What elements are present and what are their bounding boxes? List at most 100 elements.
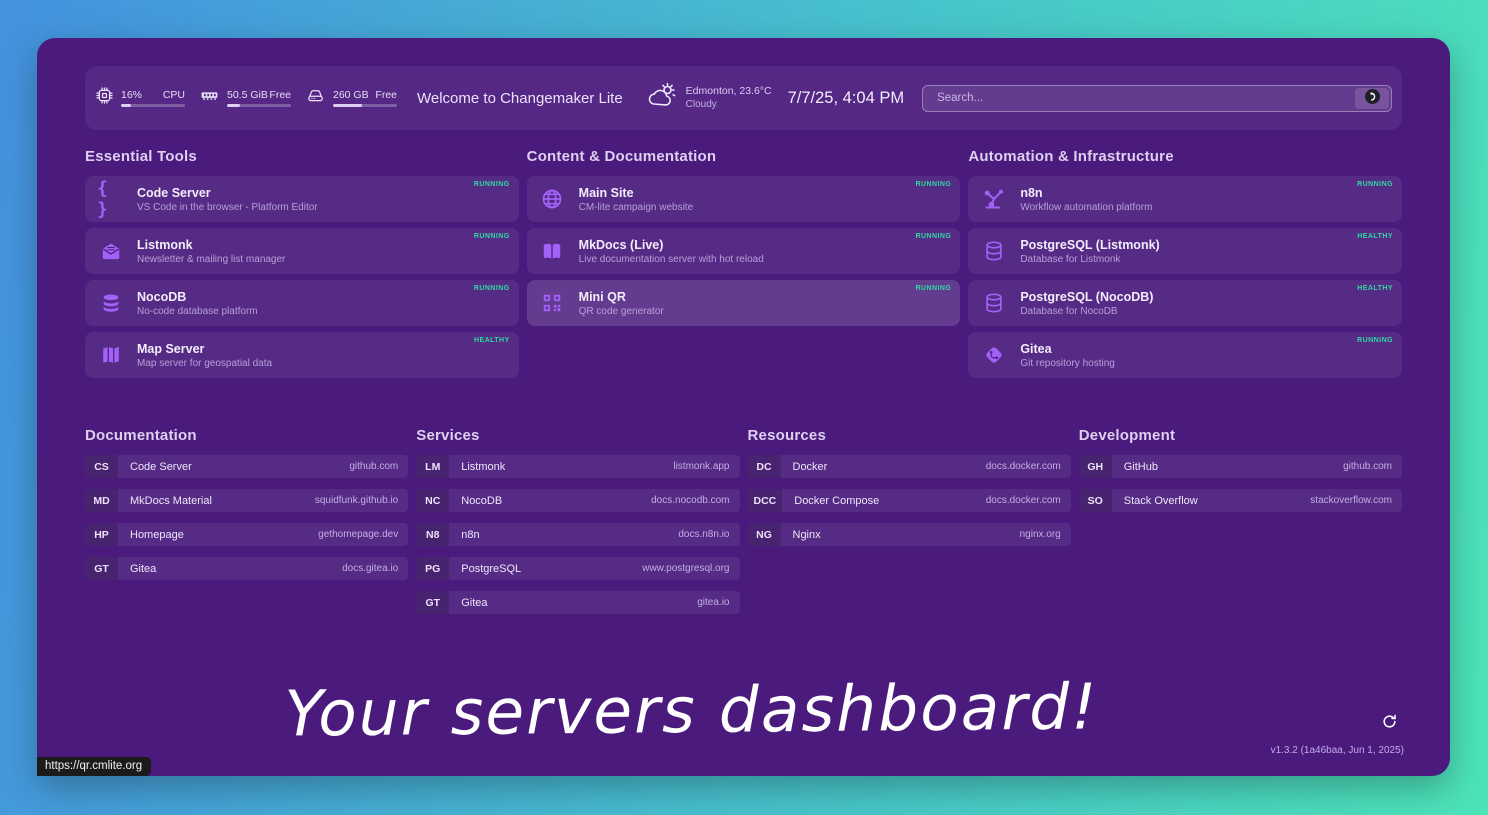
status-badge: RUNNING (1357, 337, 1393, 344)
datetime-text: 7/7/25, 4:04 PM (788, 89, 905, 108)
service-card[interactable]: { } Code ServerVS Code in the browser - P… (85, 176, 519, 222)
weather-widget[interactable]: Edmonton, 23.6°C Cloudy (647, 82, 772, 115)
code-icon: { } (97, 178, 124, 220)
status-badge: HEALTHY (1357, 285, 1393, 292)
bookmark-abbr: SO (1079, 489, 1112, 512)
bookmark-item[interactable]: N8n8ndocs.n8n.io (416, 523, 739, 546)
bookmark-name: NocoDB (461, 495, 502, 507)
service-card[interactable]: Mini QRQR code generator RUNNING (527, 280, 961, 326)
stat-body: 260 GBFree (333, 89, 397, 108)
status-badge: RUNNING (474, 181, 510, 188)
bookmark-name: Docker Compose (794, 495, 879, 507)
service-group-title: Automation & Infrastructure (968, 148, 1402, 165)
bookmark-abbr: DC (748, 455, 781, 478)
service-card[interactable]: MkDocs (Live)Live documentation server w… (527, 228, 961, 274)
refresh-button[interactable] (1381, 713, 1398, 730)
bookmark-item[interactable]: HPHomepagegethomepage.dev (85, 523, 408, 546)
weather-location: Edmonton, 23.6°C (686, 85, 772, 99)
search-bar[interactable] (922, 85, 1392, 112)
service-card-text: PostgreSQL (Listmonk)Database for Listmo… (1020, 238, 1159, 265)
workflow-icon (980, 187, 1007, 211)
bookmark-item[interactable]: NCNocoDBdocs.nocodb.com (416, 489, 739, 512)
status-badge: RUNNING (474, 233, 510, 240)
service-description: VS Code in the browser - Platform Editor (137, 202, 318, 213)
service-card-text: Code ServerVS Code in the browser - Plat… (137, 186, 318, 213)
service-group-title: Content & Documentation (527, 148, 961, 165)
service-title: NocoDB (137, 290, 258, 305)
bookmark-item[interactable]: SOStack Overflowstackoverflow.com (1079, 489, 1402, 512)
memory-icon (199, 86, 220, 110)
service-card[interactable]: n8nWorkflow automation platformRUNNING (968, 176, 1402, 222)
bookmark-item[interactable]: DCDockerdocs.docker.com (748, 455, 1071, 478)
version-text: v1.3.2 (1a46baa, Jun 1, 2025) (1271, 745, 1404, 756)
service-card[interactable]: PostgreSQL (NocoDB)Database for NocoDB HE… (968, 280, 1402, 326)
service-title: Main Site (579, 186, 694, 201)
bookmark-abbr: GH (1079, 455, 1112, 478)
service-group: Essential Tools { } Code ServerVS Code in … (85, 148, 519, 378)
stat-free: 260 GBFree (305, 86, 397, 110)
bookmark-list: CSCode Servergithub.com MD MkDocs Material… (85, 455, 408, 580)
service-description: Database for NocoDB (1020, 306, 1153, 317)
service-card-text: MkDocs (Live)Live documentation server w… (579, 238, 764, 265)
bookmark-name: Gitea (130, 563, 156, 575)
stat-body: 16%CPU (121, 89, 185, 108)
dashboard-window: 16%CPU50.5 GiBFree260 GBFree Welcome to … (37, 38, 1450, 776)
bookmark-item[interactable]: NGNginxnginx.org (748, 523, 1071, 546)
service-card-text: Mini QRQR code generator (579, 290, 664, 317)
bookmark-item[interactable]: CSCode Servergithub.com (85, 455, 408, 478)
refresh-icon (1381, 718, 1398, 733)
bookmark-host: docs.gitea.io (342, 563, 398, 574)
service-card[interactable]: GiteaGit repository hosting RUNNING (968, 332, 1402, 378)
bookmark-item[interactable]: DCCDocker Composedocs.docker.com (748, 489, 1071, 512)
service-title: PostgreSQL (NocoDB) (1020, 290, 1153, 305)
bookmark-list: GHGitHubgithub.com SOStack Overflowstacko… (1079, 455, 1402, 512)
header-panel: 16%CPU50.5 GiBFree260 GBFree Welcome to … (85, 66, 1402, 130)
stat-bar-fill (333, 104, 362, 108)
bookmark-abbr: MD (85, 489, 118, 512)
status-badge: HEALTHY (1357, 233, 1393, 240)
bookmark-host: squidfunk.github.io (315, 495, 398, 506)
bookmark-item[interactable]: GTGiteagitea.io (416, 591, 739, 614)
stat-value: 16% (121, 89, 142, 101)
status-badge: RUNNING (916, 285, 952, 292)
bookmark-item[interactable]: LMListmonklistmonk.app (416, 455, 739, 478)
bookmark-group-title: Services (416, 427, 739, 444)
bookmark-item[interactable]: MD MkDocs Material squidfunk.github.io (85, 489, 408, 512)
search-provider-button[interactable] (1355, 88, 1389, 109)
service-title: Listmonk (137, 238, 285, 253)
qr-code-icon (539, 292, 566, 314)
database-outline-icon (980, 292, 1007, 314)
bookmark-abbr: PG (416, 557, 449, 580)
bookmark-item[interactable]: GTGiteadocs.gitea.io (85, 557, 408, 580)
service-card[interactable]: NocoDBNo-code database platformRUNNING (85, 280, 519, 326)
service-description: QR code generator (579, 306, 664, 317)
service-title: Gitea (1020, 342, 1115, 357)
service-card-text: n8nWorkflow automation platform (1020, 186, 1152, 213)
bookmark-name: Nginx (793, 529, 821, 541)
service-card[interactable]: PostgreSQL (Listmonk)Database for Listmo… (968, 228, 1402, 274)
link-status-tooltip: https://qr.cmlite.org (37, 757, 151, 776)
service-card[interactable]: Map ServerMap server for geospatial data… (85, 332, 519, 378)
stat-bar (121, 104, 185, 108)
bookmark-item[interactable]: GHGitHubgithub.com (1079, 455, 1402, 478)
service-card[interactable]: ListmonkNewsletter & mailing list manage… (85, 228, 519, 274)
bookmark-host: nginx.org (1020, 529, 1061, 540)
service-card-text: Main SiteCM-lite campaign website (579, 186, 694, 213)
search-input[interactable] (935, 91, 1355, 105)
service-group-title: Essential Tools (85, 148, 519, 165)
bookmark-host: www.postgresql.org (642, 563, 729, 574)
service-description: Workflow automation platform (1020, 202, 1152, 213)
bookmark-group-title: Development (1079, 427, 1402, 444)
status-badge: HEALTHY (474, 337, 510, 344)
service-group: Automation & Infrastructure n8nWorkflow a… (968, 148, 1402, 378)
stat-label: Free (269, 89, 291, 101)
stat-label: Free (375, 89, 397, 101)
mail-icon (97, 240, 124, 262)
database-icon (97, 292, 124, 314)
service-description: Map server for geospatial data (137, 358, 272, 369)
bookmark-item[interactable]: PGPostgreSQLwww.postgresql.org (416, 557, 739, 580)
service-card[interactable]: Main SiteCM-lite campaign websiteRUNNING (527, 176, 961, 222)
service-description: Database for Listmonk (1020, 254, 1159, 265)
bookmark-name: MkDocs Material (130, 495, 212, 507)
service-description: Git repository hosting (1020, 358, 1115, 369)
